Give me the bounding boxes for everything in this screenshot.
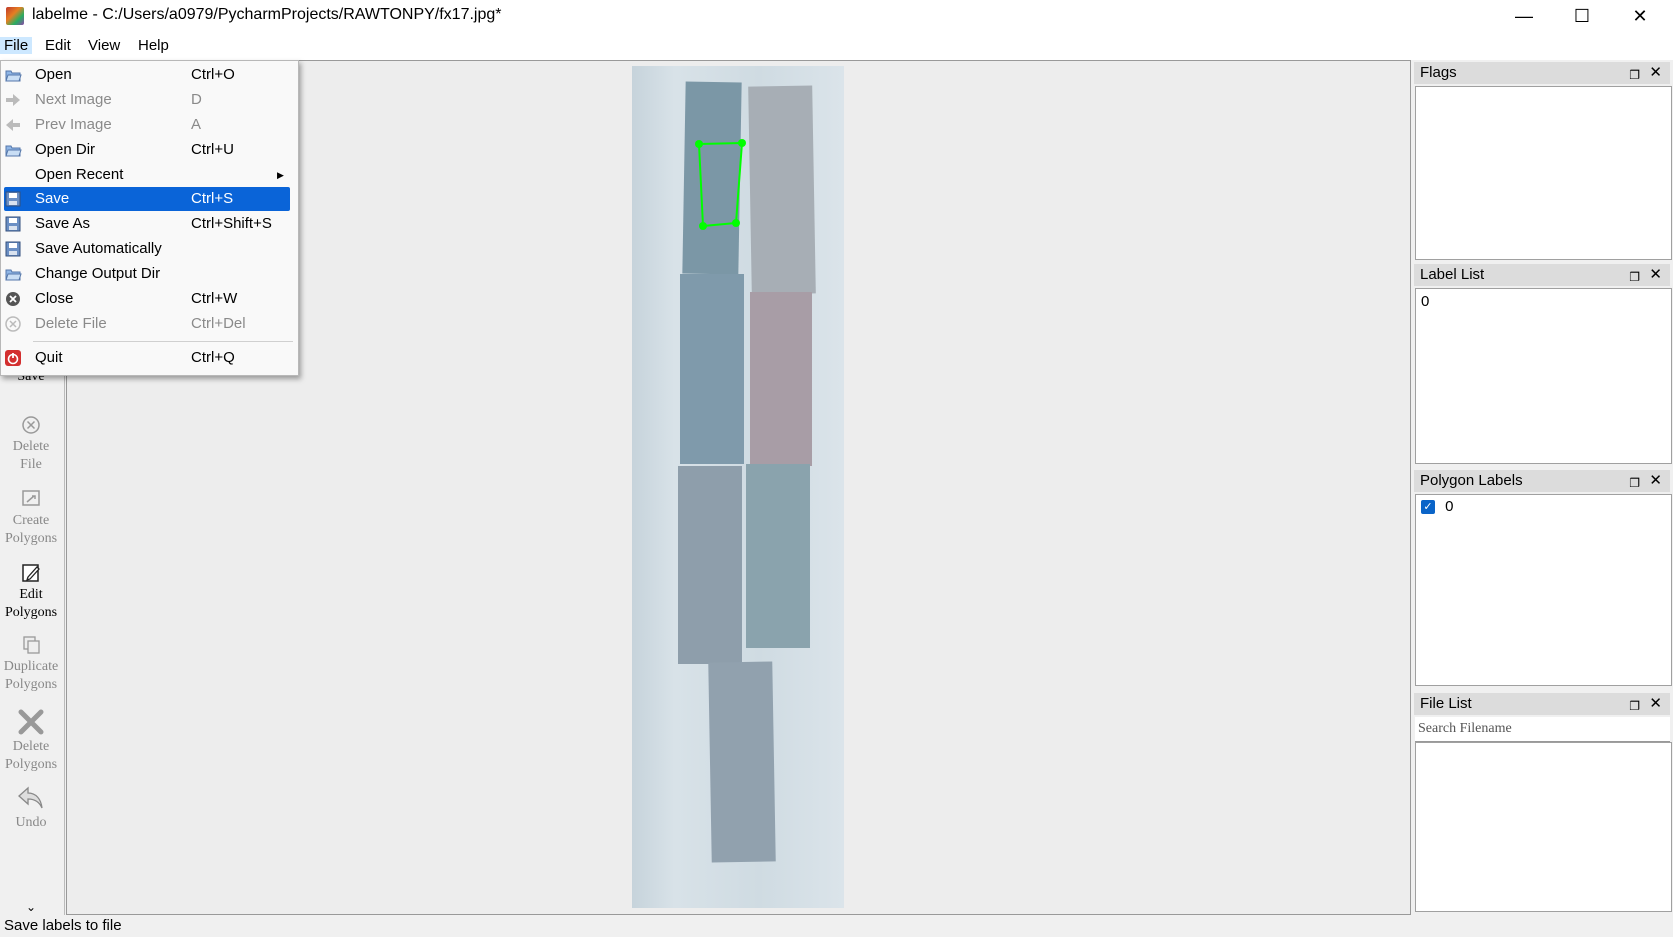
menu-view[interactable]: View bbox=[88, 37, 120, 54]
status-bar: Save labels to file bbox=[0, 915, 1673, 937]
polygon-labels-dock-header: Polygon Labels ❐ ✕ bbox=[1414, 470, 1670, 492]
toolbar-delete-polygons-button[interactable]: Delete Polygons bbox=[0, 708, 62, 774]
labelme-app-icon bbox=[6, 7, 24, 25]
title-bar: labelme - C:/Users/a0979/PycharmProjects… bbox=[0, 0, 1673, 32]
toolbar-edit-polygons-button[interactable]: Edit Polygons bbox=[0, 562, 62, 622]
toolbar-duplicate-polygons-button[interactable]: Duplicate Polygons bbox=[0, 634, 62, 694]
toolbar-delete-file-button[interactable]: Delete File bbox=[0, 414, 62, 474]
arrow-right-icon bbox=[6, 94, 20, 106]
menu-item-close[interactable]: Close Ctrl+W bbox=[1, 287, 298, 311]
menu-item-open-dir[interactable]: Open Dir Ctrl+U bbox=[1, 138, 298, 162]
floppy-icon bbox=[5, 216, 21, 232]
menu-item-delete-file[interactable]: Delete File Ctrl+Del bbox=[1, 312, 298, 336]
menu-item-open-recent[interactable]: Open Recent ▶ bbox=[1, 163, 298, 187]
menu-help[interactable]: Help bbox=[138, 37, 169, 54]
menu-separator bbox=[33, 341, 293, 342]
menu-bar: File Edit View Help bbox=[0, 32, 1673, 60]
delete-circle-icon bbox=[5, 316, 21, 332]
floppy-icon bbox=[5, 241, 21, 257]
open-folder-icon bbox=[5, 145, 22, 157]
undo-arrow-icon bbox=[18, 786, 43, 809]
open-folder-icon bbox=[5, 70, 22, 82]
list-item[interactable]: 0 bbox=[1416, 289, 1671, 314]
power-icon bbox=[5, 350, 21, 366]
dock-float-icon[interactable]: ❐ bbox=[1629, 266, 1640, 288]
submenu-arrow-icon: ▶ bbox=[277, 170, 284, 180]
menu-item-save-automatically[interactable]: Save Automatically bbox=[1, 237, 298, 261]
file-menu-dropdown: Open Ctrl+O Next Image D Prev Image A Open … bbox=[0, 60, 299, 376]
close-window-button[interactable]: ✕ bbox=[1611, 0, 1669, 32]
open-folder-icon bbox=[5, 269, 22, 281]
menu-item-quit[interactable]: Quit Ctrl+Q bbox=[1, 346, 298, 370]
create-polygon-icon bbox=[22, 490, 40, 506]
checkbox-checked-icon[interactable]: ✓ bbox=[1421, 500, 1435, 515]
delete-x-icon bbox=[18, 709, 44, 735]
menu-edit[interactable]: Edit bbox=[45, 37, 71, 54]
menu-item-open[interactable]: Open Ctrl+O bbox=[1, 63, 298, 87]
label-list-dock-header: Label List ❐ ✕ bbox=[1414, 264, 1670, 286]
menu-file[interactable]: File bbox=[0, 37, 33, 54]
dock-close-icon[interactable]: ✕ bbox=[1649, 264, 1662, 286]
dock-close-icon[interactable]: ✕ bbox=[1649, 62, 1662, 84]
polygon-shape-0[interactable] bbox=[632, 66, 844, 908]
menu-item-next-image[interactable]: Next Image D bbox=[1, 88, 298, 112]
maximize-button[interactable]: ☐ bbox=[1553, 0, 1611, 32]
arrow-left-icon bbox=[6, 119, 20, 131]
menu-item-prev-image[interactable]: Prev Image A bbox=[1, 113, 298, 137]
menu-item-change-output-dir[interactable]: Change Output Dir bbox=[1, 262, 298, 286]
close-circle-icon bbox=[6, 292, 20, 306]
menu-item-save[interactable]: Save Ctrl+S bbox=[4, 187, 290, 211]
dock-float-icon[interactable]: ❐ bbox=[1629, 64, 1640, 86]
dock-float-icon[interactable]: ❐ bbox=[1629, 695, 1640, 717]
floppy-icon bbox=[5, 191, 21, 207]
label-list[interactable]: 0 bbox=[1415, 288, 1672, 464]
window-title: labelme - C:/Users/a0979/PycharmProjects… bbox=[32, 6, 502, 23]
dock-float-icon[interactable]: ❐ bbox=[1629, 472, 1640, 494]
toolbar-more-chevron-icon[interactable]: ⌄ bbox=[0, 898, 62, 916]
duplicate-icon bbox=[23, 636, 40, 654]
delete-circle-icon bbox=[22, 416, 40, 434]
toolbar-undo-button[interactable]: Undo bbox=[0, 784, 62, 832]
file-list[interactable] bbox=[1415, 742, 1672, 912]
toolbar-create-polygons-button[interactable]: Create Polygons bbox=[0, 488, 62, 548]
list-item[interactable]: ✓ 0 bbox=[1416, 495, 1671, 518]
polygon-labels-list[interactable]: ✓ 0 bbox=[1415, 494, 1672, 686]
search-filename-input[interactable]: Search Filename bbox=[1415, 717, 1670, 742]
flags-list[interactable] bbox=[1415, 86, 1672, 260]
edit-pencil-icon bbox=[22, 564, 40, 582]
dock-close-icon[interactable]: ✕ bbox=[1649, 470, 1662, 492]
menu-item-save-as[interactable]: Save As Ctrl+Shift+S bbox=[1, 212, 298, 236]
annotated-image[interactable] bbox=[632, 66, 844, 908]
file-list-dock-header: File List ❐ ✕ bbox=[1414, 693, 1670, 715]
minimize-button[interactable]: — bbox=[1495, 0, 1553, 32]
dock-close-icon[interactable]: ✕ bbox=[1649, 693, 1662, 715]
flags-dock-header: Flags ❐ ✕ bbox=[1414, 62, 1670, 84]
